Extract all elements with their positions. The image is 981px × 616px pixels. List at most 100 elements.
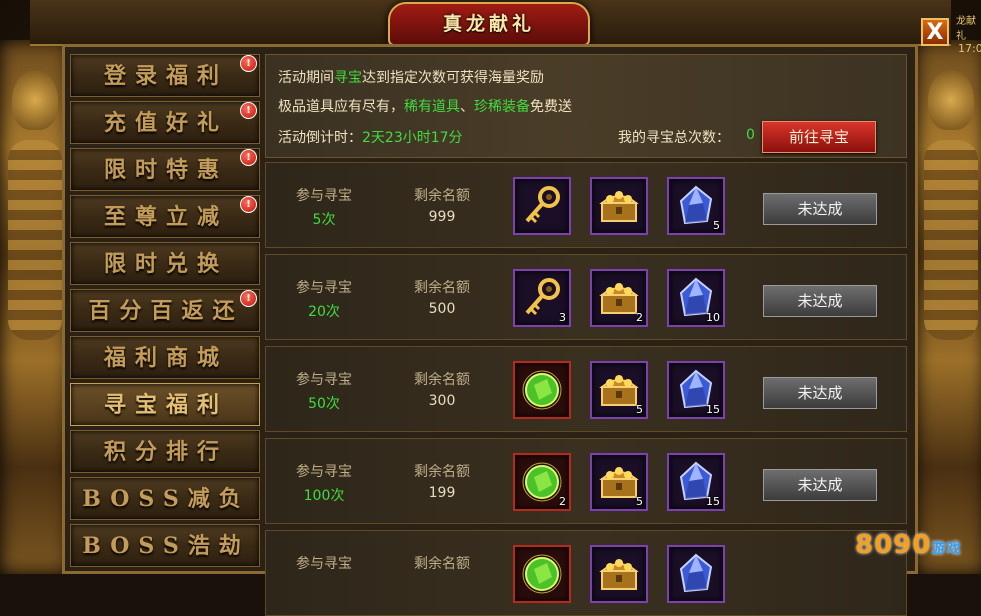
sidebar-item-label: 百分百返还: [88, 298, 244, 324]
sidebar-item-8[interactable]: 积分排行: [70, 430, 260, 473]
corner-time: 17:0: [958, 42, 981, 55]
remaining-value: 199: [428, 485, 456, 501]
times-label: 参与寻宝: [296, 556, 352, 572]
times-value: 100次: [303, 488, 345, 504]
sidebar-item-3[interactable]: 至尊立减!: [70, 195, 260, 238]
sidebar-item-label: 登录福利: [103, 63, 228, 89]
reward-row: 参与寻宝 剩余名额: [265, 530, 907, 616]
item-quantity: 5: [636, 495, 643, 508]
item-slot[interactable]: [513, 545, 571, 603]
info-text: 达到指定次数可获得海量奖励: [362, 70, 544, 86]
sidebar-item-label: 积分排行: [103, 439, 228, 465]
remaining-label: 剩余名额: [414, 464, 470, 480]
item-quantity: 3: [559, 311, 566, 324]
item-slot[interactable]: [667, 545, 725, 603]
sidebar-item-0[interactable]: 登录福利!: [70, 54, 260, 97]
total-count-value: 0: [746, 127, 755, 143]
info-highlight: 寻宝: [334, 70, 362, 86]
info-line-2: 极品道具应有尽有，稀有道具、珍稀装备免费送: [278, 96, 572, 116]
reward-row: 参与寻宝 剩余名额 50次 300 5 15 未达成: [265, 346, 907, 432]
item-quantity: 2: [636, 311, 643, 324]
item-slot[interactable]: 2: [513, 453, 571, 511]
go-treasure-button[interactable]: 前往寻宝: [762, 121, 876, 153]
claim-status-button[interactable]: 未达成: [763, 469, 877, 501]
reward-row: 参与寻宝 剩余名额 5次 999 5 未达成: [265, 162, 907, 248]
claim-status-button[interactable]: 未达成: [763, 377, 877, 409]
item-slot[interactable]: [590, 545, 648, 603]
sidebar-item-1[interactable]: 充值好礼!: [70, 101, 260, 144]
item-slot[interactable]: 10: [667, 269, 725, 327]
total-count-label: 我的寻宝总次数：: [618, 130, 730, 146]
claim-status-button[interactable]: 未达成: [763, 193, 877, 225]
info-highlight: 珍稀装备: [474, 99, 530, 115]
title-plate: 真龙献礼: [388, 2, 590, 46]
sidebar-item-label: BOSS浩劫: [82, 533, 250, 559]
info-text: 免费送: [530, 99, 572, 115]
remaining-label: 剩余名额: [414, 556, 470, 572]
times-value: 5次: [312, 212, 336, 228]
window-title: 真龙献礼: [442, 13, 535, 35]
alert-badge-icon: !: [240, 55, 257, 72]
remaining-label: 剩余名额: [414, 280, 470, 296]
watermark-text: 8090: [855, 530, 932, 560]
item-slot[interactable]: [590, 177, 648, 235]
info-highlight: 稀有道具: [404, 99, 460, 115]
sidebar-item-label: 至尊立减: [103, 204, 228, 230]
item-quantity: 15: [706, 495, 720, 508]
activity-info: 活动期间寻宝达到指定次数可获得海量奖励 极品道具应有尽有，稀有道具、珍稀装备免费…: [265, 54, 907, 158]
corner-text: 龙献礼: [956, 16, 976, 42]
countdown-value: 2天23小时17分: [362, 130, 463, 146]
remaining-label: 剩余名额: [414, 188, 470, 204]
game-window: 真龙献礼 X 龙献礼 17:0 登录福利! 充值好礼! 限时特惠! 至尊立减! 限时兑换…: [0, 0, 981, 616]
times-label: 参与寻宝: [296, 280, 352, 296]
countdown: 活动倒计时：2天23小时17分: [278, 127, 463, 147]
close-button[interactable]: X: [921, 18, 949, 46]
times-value: 50次: [308, 396, 340, 412]
countdown-label: 活动倒计时：: [278, 130, 362, 146]
remaining-value: 999: [428, 209, 456, 225]
times-value: 20次: [308, 304, 340, 320]
item-slot[interactable]: 5: [667, 177, 725, 235]
sidebar-item-2[interactable]: 限时特惠!: [70, 148, 260, 191]
sidebar-item-7[interactable]: 寻宝福利: [70, 383, 260, 426]
item-slot[interactable]: 3: [513, 269, 571, 327]
sidebar-item-label: 限时兑换: [103, 251, 228, 277]
site-watermark: 8090游戏: [855, 530, 961, 560]
sidebar-item-10[interactable]: BOSS浩劫: [70, 524, 260, 567]
item-slot[interactable]: 5: [590, 453, 648, 511]
sidebar-item-label: 限时特惠: [103, 157, 228, 183]
item-slot[interactable]: [513, 177, 571, 235]
item-slot[interactable]: [513, 361, 571, 419]
reward-row: 参与寻宝 剩余名额 20次 500 3 2 10 未达成: [265, 254, 907, 340]
info-line-1: 活动期间寻宝达到指定次数可获得海量奖励: [278, 67, 544, 87]
sidebar-item-5[interactable]: 百分百返还!: [70, 289, 260, 332]
item-quantity: 15: [706, 403, 720, 416]
reward-row: 参与寻宝 剩余名额 100次 199 2 5 15 未达成: [265, 438, 907, 524]
times-label: 参与寻宝: [296, 464, 352, 480]
sidebar-item-label: 寻宝福利: [103, 392, 228, 418]
sidebar-item-6[interactable]: 福利商城: [70, 336, 260, 379]
alert-badge-icon: !: [240, 196, 257, 213]
alert-badge-icon: !: [240, 290, 257, 307]
alert-badge-icon: !: [240, 102, 257, 119]
item-quantity: 2: [559, 495, 566, 508]
item-slot[interactable]: 5: [590, 361, 648, 419]
info-text: 活动期间: [278, 70, 334, 86]
info-text: 、: [460, 99, 474, 115]
item-slot[interactable]: 15: [667, 361, 725, 419]
sidebar-item-label: BOSS减负: [82, 486, 250, 512]
item-quantity: 5: [636, 403, 643, 416]
watermark-sub: 游戏: [931, 541, 962, 557]
sidebar-item-9[interactable]: BOSS减负: [70, 477, 260, 520]
claim-status-button[interactable]: 未达成: [763, 285, 877, 317]
times-label: 参与寻宝: [296, 188, 352, 204]
item-slot[interactable]: 2: [590, 269, 648, 327]
item-quantity: 5: [713, 219, 720, 232]
right-warrior-statue: [913, 40, 981, 574]
alert-badge-icon: !: [240, 149, 257, 166]
times-label: 参与寻宝: [296, 372, 352, 388]
remaining-value: 500: [428, 301, 456, 317]
sidebar-item-4[interactable]: 限时兑换: [70, 242, 260, 285]
item-slot[interactable]: 15: [667, 453, 725, 511]
sidebar-item-label: 福利商城: [103, 345, 228, 371]
